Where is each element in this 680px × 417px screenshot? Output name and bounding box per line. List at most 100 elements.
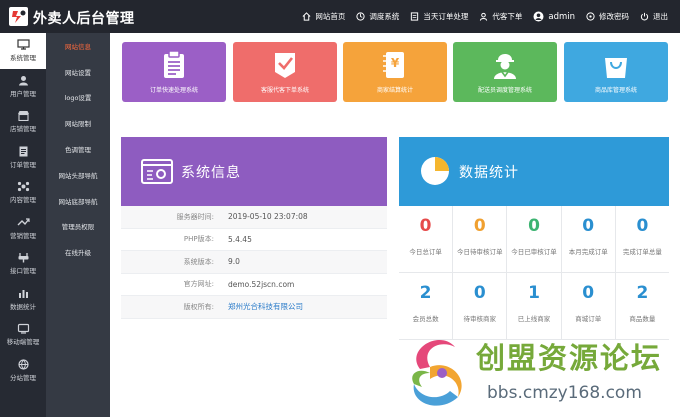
sysinfo-key: 官方网址:: [183, 280, 214, 289]
branch-icon: [17, 359, 29, 370]
sidebar-item-label: 系统管理: [10, 54, 36, 63]
stat-label: 商城订单: [575, 315, 602, 323]
copyright-link[interactable]: 郑州光合科技有限公司: [228, 301, 303, 312]
monitor-icon: [16, 39, 30, 50]
subnav-item-admin-permissions[interactable]: 管理员权限: [46, 214, 110, 240]
card-proxy-order[interactable]: 客服代客下单系统: [233, 42, 337, 102]
subnav-item-site-limits[interactable]: 网站限制: [46, 110, 110, 136]
top-nav-dispatch[interactable]: 调度系统: [356, 11, 399, 22]
top-nav-logout[interactable]: 退出: [640, 11, 668, 22]
sidebar-item-label: 数据统计: [10, 302, 36, 311]
sysinfo-key: 系统版本:: [183, 257, 214, 266]
shop-icon: [17, 111, 29, 122]
subnav-item-header-nav[interactable]: 网站头部导航: [46, 162, 110, 188]
sidebar-item-system[interactable]: 系统管理: [0, 33, 46, 69]
sidebar-item-users[interactable]: 用户管理: [0, 69, 46, 105]
card-order-processing[interactable]: 订单快速处理系统: [122, 42, 226, 102]
card-label: 商家结算统计: [376, 87, 413, 94]
stat-month-completed-orders[interactable]: 0 本月完成订单: [561, 206, 616, 273]
card-label: 客服代客下单系统: [260, 87, 309, 94]
stat-label: 完成订单总量: [622, 248, 662, 256]
main-sidebar: 系统管理 用户管理 店铺管理 订单管理 内容管理 营销管理 接口管理 数据统计 …: [0, 33, 46, 417]
sidebar-item-shops[interactable]: 店铺管理: [0, 104, 46, 140]
card-label: 商品库管理系统: [594, 87, 637, 94]
sysinfo-value: 5.4.45: [228, 234, 252, 244]
card-product-library[interactable]: 商品库管理系统: [564, 42, 668, 102]
stat-value: 0: [473, 216, 486, 236]
sidebar-item-branch[interactable]: 分站管理: [0, 353, 46, 389]
svg-text:¥: ¥: [391, 56, 400, 70]
stat-label: 今日已审核订单: [511, 248, 557, 256]
order-doc-icon: [19, 146, 27, 157]
card-merchant-settlement[interactable]: ¥ 商家结算统计: [343, 42, 447, 102]
stat-total-completed-orders[interactable]: 0 完成订单总量: [615, 206, 670, 273]
settings-window-icon: [141, 159, 173, 184]
stat-value: 0: [528, 216, 540, 236]
stat-label: 待审核商家: [463, 315, 497, 323]
subnav-item-online-upgrade[interactable]: 在线升级: [46, 239, 110, 265]
watermark-logo-icon: [412, 339, 462, 406]
sysinfo-key: 服务器时间:: [176, 212, 214, 221]
subnav-item-color-theme[interactable]: 色调管理: [46, 136, 110, 162]
content-icon: [17, 182, 29, 192]
shopping-bag-icon: [605, 58, 627, 78]
top-nav-home[interactable]: 网站首页: [302, 11, 345, 22]
top-nav-user[interactable]: admin: [533, 11, 575, 22]
stat-value: 2: [419, 283, 432, 303]
stats-grid: 0 今日总订单 0 今日待审核订单 0 今日已审核订单 0 本月完成订单 0 完…: [399, 206, 670, 340]
stats-row: 0 今日总订单 0 今日待审核订单 0 今日已审核订单 0 本月完成订单 0 完…: [399, 206, 670, 273]
sidebar-item-orders[interactable]: 订单管理: [0, 140, 46, 176]
app-title: 外卖人后台管理: [33, 11, 135, 27]
sidebar-item-label: 店铺管理: [10, 125, 36, 134]
watermark: 创盟资源论坛 bbs.cmzy168.com: [384, 325, 680, 417]
clipboard-icon: [164, 50, 184, 78]
top-nav-change-password[interactable]: 修改密码: [586, 11, 629, 22]
sidebar-item-label: 接口管理: [10, 267, 36, 276]
stat-label: 本月完成订单: [568, 248, 608, 256]
card-label: 配送员调度管理系统: [477, 87, 532, 94]
watermark-url: bbs.cmzy168.com: [487, 383, 642, 403]
subnav-item-footer-nav[interactable]: 网站底部导航: [46, 188, 110, 214]
api-icon: [18, 253, 28, 263]
subnav-item-logo-settings[interactable]: logo设置: [46, 85, 110, 111]
sidebar-item-statistics[interactable]: 数据统计: [0, 282, 46, 318]
stat-value: 0: [582, 283, 595, 303]
sysinfo-header: 系统信息: [121, 137, 387, 206]
sidebar-item-api[interactable]: 接口管理: [0, 246, 46, 282]
sidebar-item-label: 内容管理: [10, 196, 36, 205]
sidebar-item-marketing[interactable]: 营销管理: [0, 211, 46, 247]
subnav-item-site-info[interactable]: 网站信息: [46, 33, 110, 59]
sysinfo-key: 版权所有:: [183, 302, 214, 311]
users-icon: [18, 75, 28, 86]
sidebar-item-content[interactable]: 内容管理: [0, 175, 46, 211]
main-content: 订单快速处理系统 客服代客下单系统 ¥ 商家结算统计 配送员调度管理系统 商品库…: [110, 33, 680, 417]
sidebar-item-label: 分站管理: [10, 373, 36, 382]
official-site-link[interactable]: demo.52jscn.com: [228, 280, 294, 289]
sysinfo-row: 系统版本: 9.0: [121, 251, 387, 274]
stat-today-approved-orders[interactable]: 0 今日已审核订单: [507, 206, 562, 273]
top-nav-today-orders[interactable]: 当天订单处理: [410, 11, 468, 22]
sysinfo-row: 官方网址: demo.52jscn.com: [121, 274, 387, 296]
stat-today-total-orders[interactable]: 0 今日总订单: [399, 206, 454, 273]
top-nav-label: 调度系统: [369, 12, 400, 21]
order-icon: [411, 12, 419, 21]
sysinfo-row: 版权所有: 郑州光合科技有限公司: [121, 296, 387, 319]
top-nav-proxy-order[interactable]: 代客下单: [479, 11, 522, 22]
stat-value: 0: [636, 216, 649, 236]
sysinfo-title: 系统信息: [181, 165, 241, 181]
logout-icon: [640, 12, 649, 21]
subnav-item-site-settings[interactable]: 网站设置: [46, 59, 110, 85]
pie-chart-icon: [421, 157, 449, 185]
stat-label: 商品数量: [629, 315, 656, 323]
sidebar-item-mobile[interactable]: 移动端管理: [0, 317, 46, 353]
user-icon: [533, 11, 544, 22]
home-icon: [302, 12, 311, 21]
sysinfo-row: 服务器时间: 2019-05-10 23:07:08: [121, 206, 387, 229]
stat-today-pending-orders[interactable]: 0 今日待审核订单: [453, 206, 508, 273]
stat-label: 会员总数: [412, 315, 439, 323]
stat-label: 今日总订单: [409, 248, 442, 256]
courier-icon: [494, 54, 516, 79]
card-courier-dispatch[interactable]: 配送员调度管理系统: [453, 42, 557, 102]
top-nav-label: 当天订单处理: [423, 12, 469, 21]
watermark-text: 创盟资源论坛: [476, 341, 663, 375]
